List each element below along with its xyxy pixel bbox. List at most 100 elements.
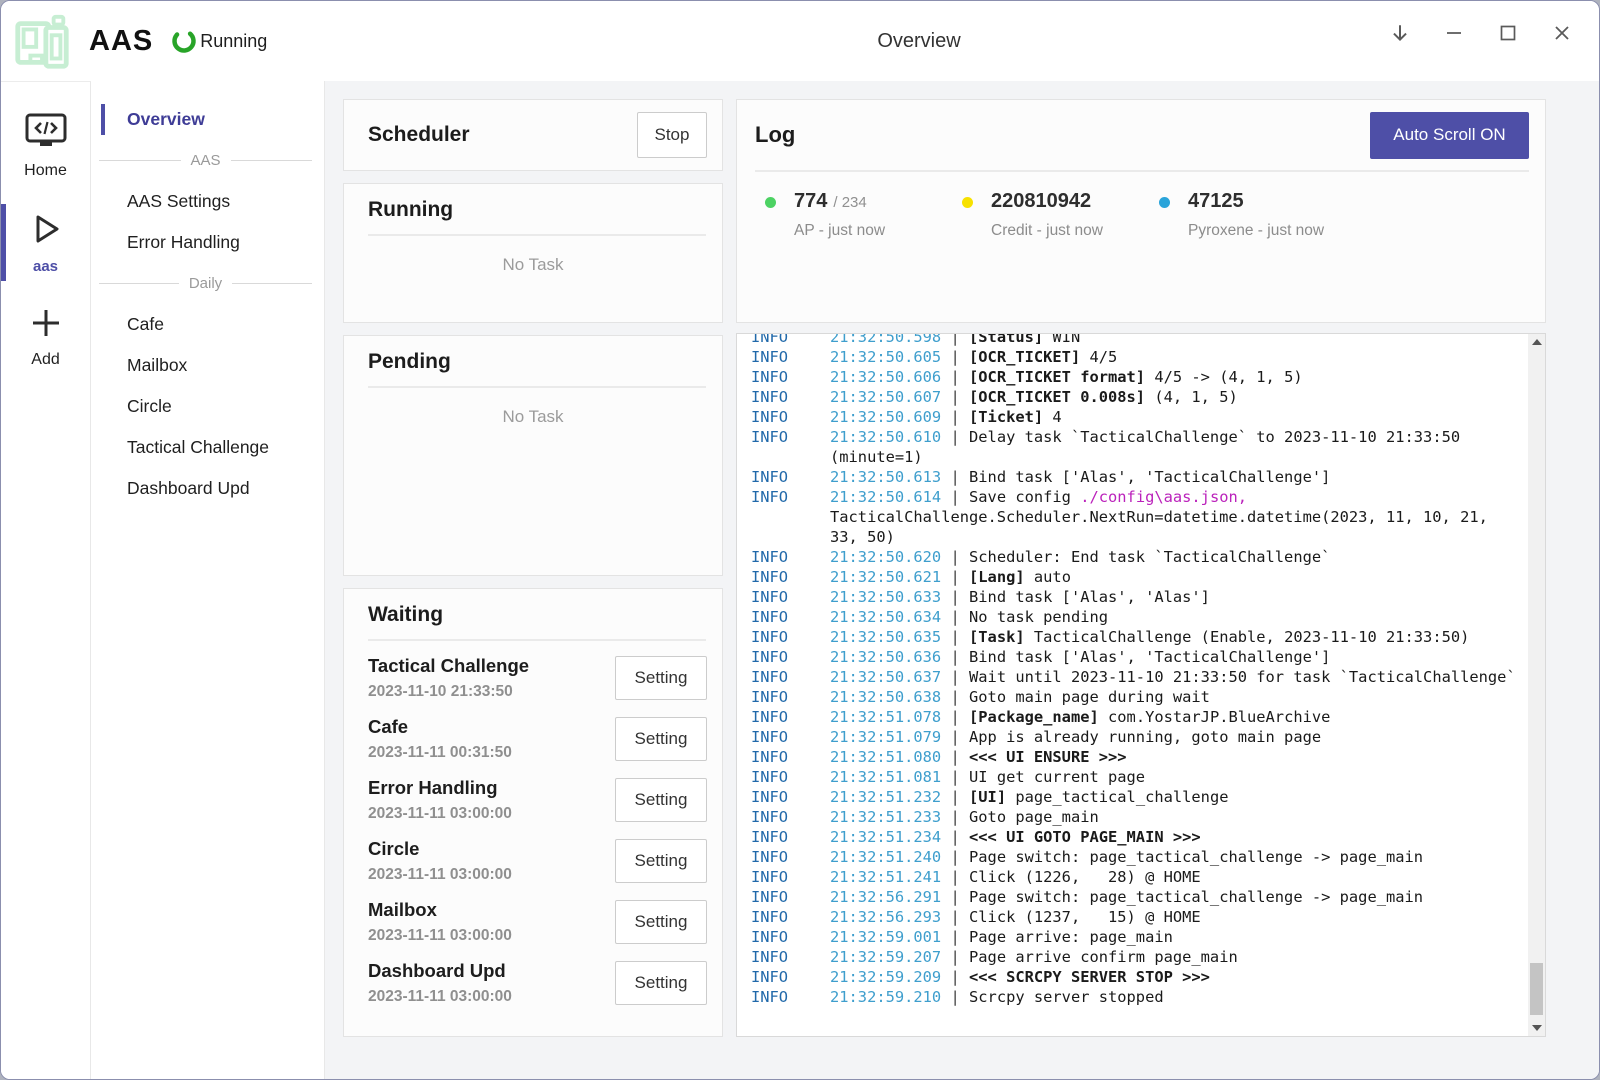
maximize-icon[interactable] (1481, 7, 1535, 59)
sidebar-item-cafe[interactable]: Cafe (91, 304, 324, 345)
sidebar-item-dashboard-upd[interactable]: Dashboard Upd (91, 468, 324, 509)
log-level: INFO (751, 467, 830, 487)
divider (368, 386, 706, 388)
rail-item-label: Home (24, 162, 67, 180)
sidebar-group-divider: AAS (91, 140, 324, 181)
log-level: INFO (751, 407, 830, 427)
log-text: TacticalChallenge (Enable, 2023-11-10 21… (1025, 628, 1470, 646)
log-scrollbar[interactable] (1528, 334, 1545, 1036)
log-text: Goto main page during wait (969, 688, 1210, 706)
log-text: Save config (969, 488, 1080, 506)
log-level: INFO (751, 807, 830, 827)
log-text: 4/5 (1080, 348, 1117, 366)
log-timestamp: 21:32:50.613 (830, 468, 941, 486)
setting-button-circle[interactable]: Setting (615, 839, 707, 883)
log-level: INFO (751, 587, 830, 607)
stat-body: 220810942Credit - just now (991, 190, 1103, 240)
log-separator: | (941, 728, 969, 746)
sidebar-nav: OverviewAAS AAS Settings Error HandlingDai… (91, 81, 325, 1079)
log-line: INFO21:32:59.207 | Page arrive confirm p… (751, 947, 1524, 967)
log-line: INFO21:32:50.607 | [OCR_TICKET 0.008s] (… (751, 387, 1524, 407)
rail-item-home[interactable]: Home (1, 102, 90, 188)
auto-scroll-button[interactable]: Auto Scroll ON (1370, 112, 1529, 159)
waiting-task-row: Cafe2023-11-11 00:31:50Setting (368, 708, 707, 769)
setting-button-cafe[interactable]: Setting (615, 717, 707, 761)
app-name: AAS (89, 25, 153, 58)
waiting-task-row: Mailbox2023-11-11 03:00:00Setting (368, 891, 707, 952)
scrollbar-thumb[interactable] (1530, 963, 1543, 1015)
setting-button-dashboard-upd[interactable]: Setting (615, 961, 707, 1005)
log-timestamp: 21:32:51.080 (830, 748, 941, 766)
log-message: 21:32:50.606 | [OCR_TICKET format] 4/5 -… (830, 367, 1524, 387)
stop-button[interactable]: Stop (637, 112, 707, 158)
log-text: Bind task ['Alas', 'Alas'] (969, 588, 1210, 606)
log-text: <<< SCRCPY SERVER STOP >>> (969, 968, 1210, 986)
code-monitor-icon (24, 112, 68, 155)
log-level: INFO (751, 627, 830, 647)
log-card: Log Auto Scroll ON 774/ 234AP - just now… (736, 99, 1546, 323)
log-timestamp: 21:32:51.081 (830, 768, 941, 786)
log-level: INFO (751, 667, 830, 687)
sidebar-item-tactical-challenge[interactable]: Tactical Challenge (91, 427, 324, 468)
log-path: ./config\aas.json, (1080, 488, 1247, 506)
sidebar-item-circle[interactable]: Circle (91, 386, 324, 427)
scroll-down-icon[interactable] (1528, 1020, 1545, 1036)
sidebar-group-divider: Daily (91, 263, 324, 304)
log-message: 21:32:56.293 | Click (1237, 15) @ HOME (830, 907, 1524, 927)
log-separator: | (941, 668, 969, 686)
sidebar-item-label: AAS Settings (127, 191, 230, 212)
log-line: INFO21:32:51.081 | UI get current page (751, 767, 1524, 787)
log-level: INFO (751, 387, 830, 407)
log-message: 21:32:59.210 | Scrcpy server stopped (830, 987, 1524, 1007)
close-icon[interactable] (1535, 7, 1589, 59)
log-level: INFO (751, 607, 830, 627)
stat-caption: AP - just now (794, 222, 885, 240)
rail-item-label: aas (33, 258, 58, 275)
log-line: INFO21:32:51.232 | [UI] page_tactical_ch… (751, 787, 1524, 807)
waiting-task-info: Circle2023-11-11 03:00:00 (368, 838, 615, 884)
log-message: 21:32:50.635 | [Task] TacticalChallenge … (830, 627, 1524, 647)
log-level: INFO (751, 347, 830, 367)
stat-body: 774/ 234AP - just now (794, 190, 885, 240)
setting-button-mailbox[interactable]: Setting (615, 900, 707, 944)
download-icon[interactable] (1373, 7, 1427, 59)
sidebar-item-error-handling[interactable]: Error Handling (91, 222, 324, 263)
log-message: 21:32:51.080 | <<< UI ENSURE >>> (830, 747, 1524, 767)
log-text: UI get current page (969, 768, 1145, 786)
stat-dot (962, 197, 973, 208)
log-output[interactable]: INFO21:32:50.598 | [Status] WININFO21:32… (737, 334, 1528, 1036)
sidebar-item-aas-settings[interactable]: AAS Settings (91, 181, 324, 222)
log-level: INFO (751, 367, 830, 387)
log-separator: | (941, 548, 969, 566)
waiting-task-info: Dashboard Upd2023-11-11 03:00:00 (368, 960, 615, 1006)
sidebar-item-overview[interactable]: Overview (91, 99, 324, 140)
log-level: INFO (751, 707, 830, 727)
log-message: 21:32:51.078 | [Package_name] com.Yostar… (830, 707, 1524, 727)
log-line: INFO21:32:50.605 | [OCR_TICKET] 4/5 (751, 347, 1524, 367)
stat-suffix: / 234 (833, 194, 866, 211)
rail-item-add[interactable]: Add (1, 297, 90, 377)
rail-item-aas[interactable]: aas (1, 202, 90, 283)
stat-value: 47125 (1188, 190, 1244, 213)
log-text: Scrcpy server stopped (969, 988, 1164, 1006)
scheduler-card: Scheduler Stop (343, 99, 723, 171)
log-text: [Ticket] (969, 408, 1043, 426)
waiting-task-row: Circle2023-11-11 03:00:00Setting (368, 830, 707, 891)
setting-button-tactical-challenge[interactable]: Setting (615, 656, 707, 700)
log-timestamp: 21:32:56.291 (830, 888, 941, 906)
log-text: Goto page_main (969, 808, 1099, 826)
log-text: [Lang] (969, 568, 1025, 586)
sidebar-item-mailbox[interactable]: Mailbox (91, 345, 324, 386)
log-text: com.YostarJP.BlueArchive (1099, 708, 1331, 726)
status-label: Running (200, 31, 267, 52)
minimize-icon[interactable] (1427, 7, 1481, 59)
setting-button-error-handling[interactable]: Setting (615, 778, 707, 822)
log-line: INFO21:32:51.079 | App is already runnin… (751, 727, 1524, 747)
log-level: INFO (751, 847, 830, 867)
scroll-up-icon[interactable] (1528, 334, 1545, 350)
log-separator: | (941, 828, 969, 846)
log-line: INFO21:32:51.241 | Click (1226, 28) @ HO… (751, 867, 1524, 887)
log-line: INFO21:32:50.621 | [Lang] auto (751, 567, 1524, 587)
log-timestamp: 21:32:50.634 (830, 608, 941, 626)
log-level: INFO (751, 787, 830, 807)
